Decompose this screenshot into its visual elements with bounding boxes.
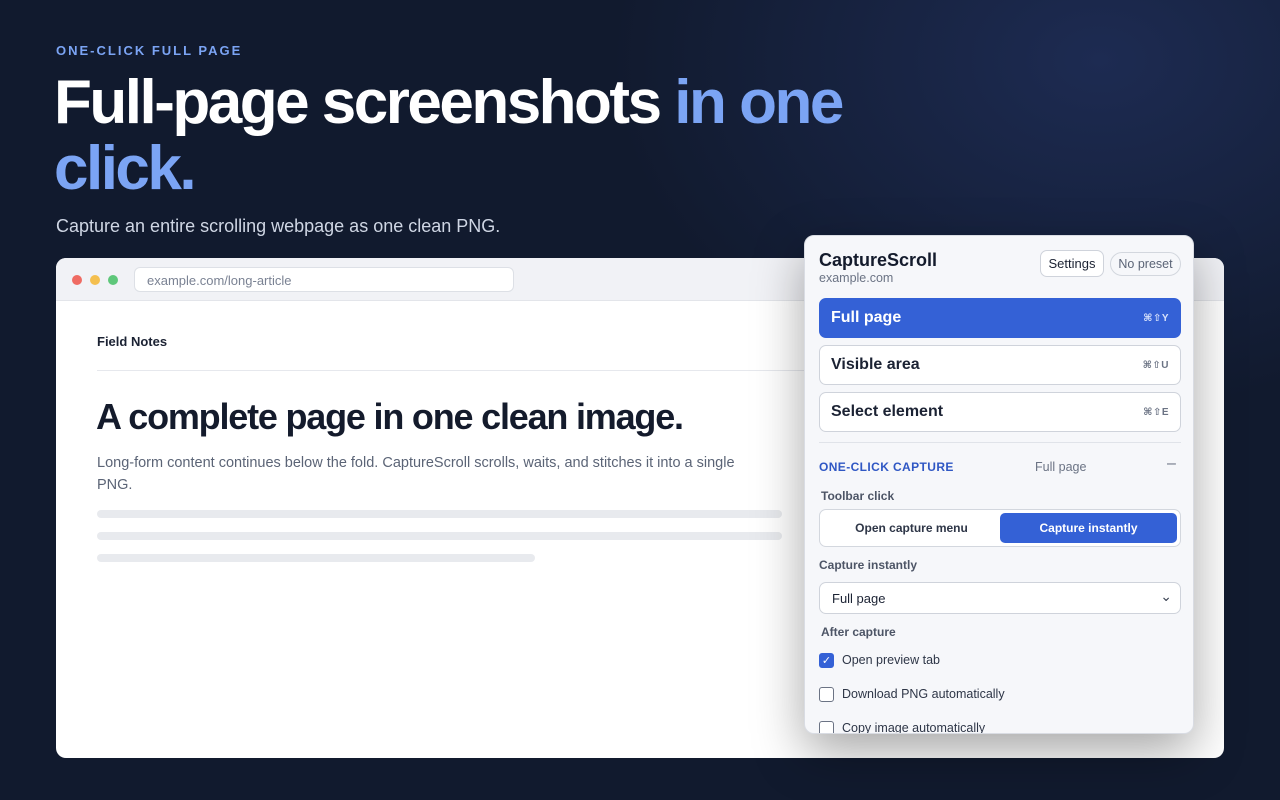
mode-visible-area-button[interactable]: Visible area ⌘⇧U xyxy=(819,345,1181,385)
download-png-checkbox-row[interactable]: Download PNG automatically xyxy=(819,684,1005,704)
copy-image-checkbox-row[interactable]: Copy image automatically xyxy=(819,718,986,734)
mode-shortcut: ⌘⇧E xyxy=(1143,406,1169,418)
toolbar-click-segmented: Open capture menu Capture instantly xyxy=(819,509,1181,547)
checkbox-label: Open preview tab xyxy=(842,653,940,667)
page-body: Long-form content continues below the fo… xyxy=(97,455,735,493)
hero-subhead: Capture an entire scrolling webpage as o… xyxy=(56,216,501,236)
address-bar[interactable]: example.com/long-article xyxy=(134,267,514,292)
hero-headline: Full-page screenshots in one click. xyxy=(54,70,874,202)
checkbox-unchecked[interactable] xyxy=(819,720,834,733)
mode-shortcut: ⌘⇧Y xyxy=(1143,312,1169,324)
select-value: Full page xyxy=(832,591,886,606)
capture-mode-select[interactable]: Full page ⌄ xyxy=(819,582,1181,614)
close-window-dot[interactable] xyxy=(72,275,82,285)
capture-instantly-label: Capture instantly xyxy=(819,558,918,572)
toolbar-click-label: Toolbar click xyxy=(821,489,895,503)
open-preview-checkbox-row[interactable]: ✓ Open preview tab xyxy=(819,650,940,670)
collapse-icon[interactable]: – xyxy=(1167,455,1176,473)
mode-full-page-button[interactable]: Full page ⌘⇧Y xyxy=(819,298,1181,338)
headline-main: Full-page screenshots xyxy=(54,68,675,137)
checkbox-label: Copy image automatically xyxy=(842,721,986,734)
popup-domain: example.com xyxy=(819,271,894,285)
after-capture-label: After capture xyxy=(821,625,896,639)
settings-button[interactable]: Settings xyxy=(1040,250,1104,277)
capture-instantly-option[interactable]: Capture instantly xyxy=(1000,513,1177,543)
maximize-window-dot[interactable] xyxy=(108,275,118,285)
checkbox-checked[interactable]: ✓ xyxy=(819,652,834,668)
skeleton-line xyxy=(97,532,782,540)
mode-select-element-button[interactable]: Select element ⌘⇧E xyxy=(819,392,1181,432)
chevron-down-icon: ⌄ xyxy=(1160,588,1172,604)
skeleton-line xyxy=(97,510,782,518)
checkbox-unchecked[interactable] xyxy=(819,686,834,702)
page-brand: Field Notes xyxy=(97,334,168,349)
mode-label: Full page xyxy=(831,309,902,326)
preset-pill[interactable]: No preset xyxy=(1110,252,1181,276)
mode-label: Select element xyxy=(831,403,944,420)
checkbox-label: Download PNG automatically xyxy=(842,687,1005,701)
extension-popup: CaptureScroll example.com Settings No pr… xyxy=(804,235,1194,734)
popup-divider xyxy=(819,442,1181,443)
page-divider xyxy=(97,370,807,371)
popup-title: CaptureScroll xyxy=(819,250,938,270)
section-title[interactable]: ONE-CLICK CAPTURE xyxy=(819,460,954,474)
minimize-window-dot[interactable] xyxy=(90,275,100,285)
mode-label: Visible area xyxy=(831,356,920,373)
skeleton-line xyxy=(97,554,535,562)
open-capture-menu-option[interactable]: Open capture menu xyxy=(823,513,1000,543)
section-value: Full page xyxy=(1035,460,1087,474)
mode-shortcut: ⌘⇧U xyxy=(1142,359,1169,371)
hero-eyebrow: ONE-CLICK FULL PAGE xyxy=(56,43,243,58)
page-heading: A complete page in one clean image. xyxy=(96,396,684,437)
